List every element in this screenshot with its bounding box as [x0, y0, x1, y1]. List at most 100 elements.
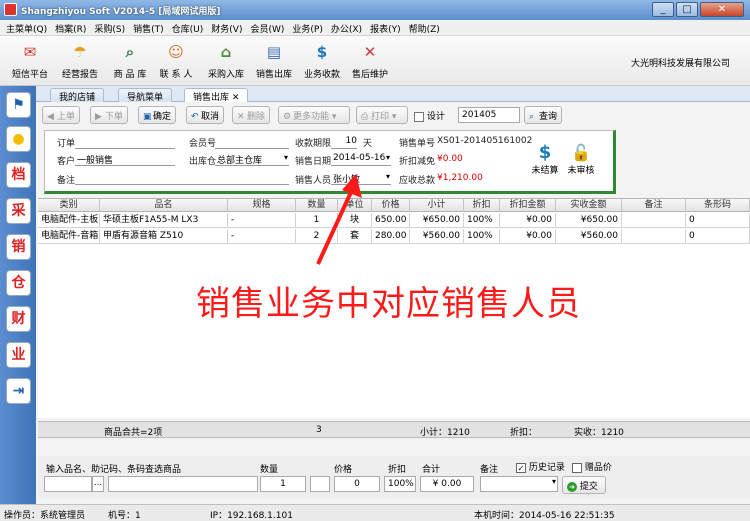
toolbar-label: 采购入库 [207, 70, 244, 80]
toolbar-purchase-in-button[interactable]: ⌂ 采购入库 [202, 36, 250, 84]
more-functions-button[interactable]: ⚙ 更多功能 ▾ [278, 106, 350, 124]
remark-label: 备注 [57, 176, 76, 186]
menu-reports[interactable]: 报表(Y) [366, 20, 405, 35]
close-button[interactable]: ✕ [700, 2, 744, 17]
maintenance-icon: ✕ [363, 43, 377, 61]
menu-sales[interactable]: 销售(T) [129, 20, 168, 35]
maximize-button[interactable]: □ [676, 2, 698, 17]
prev-order-button[interactable]: ◀ 上单 [42, 106, 81, 124]
table-row[interactable]: 电脑配件-音箱 甲盾有源音箱 Z510 - 2 套 280.00 ¥560.00… [38, 229, 750, 244]
remark-select[interactable] [480, 476, 558, 492]
column-header[interactable]: 条形码 [686, 199, 750, 212]
tab-my-store[interactable]: 我的店铺 [50, 88, 105, 103]
menu-business[interactable]: 业务(P) [288, 20, 326, 35]
menu-help[interactable]: 帮助(Z) [405, 20, 444, 35]
cancel-button[interactable]: ↶ 取消 [186, 106, 225, 124]
finance-icon[interactable]: 财 [6, 306, 31, 332]
history-checkbox[interactable]: ✓ 历史记录 [516, 460, 565, 473]
product-code-input[interactable] [44, 476, 92, 492]
exit-icon[interactable]: ⇥ [6, 378, 31, 404]
remark-field[interactable] [75, 172, 289, 185]
order-field[interactable] [75, 136, 175, 149]
member-field[interactable] [215, 136, 289, 149]
toolbar-label: 经营报告 [61, 70, 98, 80]
query-label: 查询 [539, 112, 558, 122]
sales-icon[interactable]: 销 [6, 234, 31, 260]
cell-discount-amount: ¥0.00 [500, 229, 556, 244]
customer-field[interactable]: 一般销售 [75, 153, 175, 166]
toolbar-sms-button[interactable]: ✉ 短信平台 [6, 36, 54, 84]
submit-button[interactable]: ➜ 提交 [562, 476, 606, 494]
price-input[interactable]: 0 [334, 476, 380, 492]
design-checkbox[interactable]: 设计 [414, 109, 445, 122]
archive-icon[interactable]: 档 [6, 162, 31, 188]
column-header[interactable]: 价格 [372, 199, 410, 212]
delete-label: 删除 [247, 112, 266, 122]
sales-date-picker[interactable]: 2014-05-16 [331, 153, 391, 166]
flag-icon[interactable]: ⚑ [6, 92, 31, 118]
total-input[interactable]: ¥ 0.00 [420, 476, 474, 492]
gift-price-checkbox[interactable]: 赠品价 [572, 460, 612, 473]
purchase-icon[interactable]: 采 [6, 198, 31, 224]
column-header[interactable]: 折扣 [464, 199, 500, 212]
member-label: 会员号 [189, 139, 217, 149]
business-icon[interactable]: 业 [6, 342, 31, 368]
search-input[interactable]: 201405 [458, 107, 520, 123]
column-header[interactable]: 类别 [38, 199, 100, 212]
menu-archive[interactable]: 档案(R) [51, 20, 90, 35]
column-header[interactable]: 备注 [622, 199, 686, 212]
tab-nav-menu[interactable]: 导航菜单 [118, 88, 173, 103]
lock-icon: 🔓 [571, 143, 591, 162]
cell-discount: 100% [464, 229, 500, 244]
product-name-input[interactable] [108, 476, 258, 492]
close-tab-icon[interactable]: ✕ [232, 93, 240, 103]
menu-finance[interactable]: 财务(V) [207, 20, 246, 35]
prev-label: 上单 [57, 112, 76, 122]
unaudited-button[interactable]: 🔓 未审核 [561, 143, 601, 176]
unit-input[interactable] [310, 476, 330, 492]
cell-barcode: 0 [686, 213, 750, 228]
menu-purchase[interactable]: 采购(S) [90, 20, 129, 35]
checkbox-box[interactable] [572, 462, 582, 473]
toolbar-maintenance-button[interactable]: ✕ 售后维护 [346, 36, 394, 84]
cell-actual: ¥650.00 [556, 213, 622, 228]
query-button[interactable]: ⌕ 查询 [524, 106, 563, 124]
next-order-button[interactable]: ▶ 下单 [90, 106, 129, 124]
warehouse-icon[interactable]: 仓 [6, 270, 31, 296]
qty-input[interactable]: 1 [260, 476, 306, 492]
checkmark-icon[interactable]: ✓ [516, 462, 526, 473]
toolbar-payment-button[interactable]: $ 业务收款 [298, 36, 346, 84]
column-header[interactable]: 实收金额 [556, 199, 622, 212]
confirm-button[interactable]: ▣确定 [138, 106, 177, 124]
menu-main[interactable]: 主菜单(Q) [2, 20, 51, 35]
unsettled-button[interactable]: $ 未结算 [525, 143, 565, 177]
sales-out-icon: ▤ [266, 43, 282, 61]
minimize-button[interactable]: _ [652, 2, 674, 17]
column-header[interactable]: 小计 [410, 199, 464, 212]
print-button[interactable]: ⎙ 打印 ▾ [356, 106, 408, 124]
discount-input[interactable]: 100% [384, 476, 416, 492]
column-header[interactable]: 品名 [100, 199, 228, 212]
cell-remark [622, 229, 686, 244]
column-header[interactable]: 折扣金额 [500, 199, 556, 212]
toolbar-product-button[interactable]: ⌕ 商 品 库 [106, 36, 154, 84]
toolbar-sales-out-button[interactable]: ▤ 销售出库 [250, 36, 298, 84]
table-row[interactable]: 电脑配件-主板 华硕主板F1A55-M LX3 - 1 块 650.00 ¥65… [38, 213, 750, 228]
delete-button[interactable]: ✕ 删除 [232, 106, 271, 124]
column-header[interactable]: 规格 [228, 199, 296, 212]
checkbox-box[interactable] [414, 111, 424, 122]
search-icon: ⌕ [529, 112, 535, 122]
payment-icon: $ [316, 43, 328, 61]
warehouse-select[interactable]: 总部主仓库 [215, 153, 289, 166]
menu-member[interactable]: 会员(W) [246, 20, 288, 35]
toolbar-report-button[interactable]: ☂ 经营报告 [56, 36, 104, 84]
tab-sales-out[interactable]: 销售出库 ✕ [184, 88, 249, 103]
menu-office[interactable]: 办公(X) [327, 20, 366, 35]
collect-days-field[interactable]: 10 [331, 136, 357, 149]
sms-icon: ✉ [23, 43, 37, 61]
menu-warehouse[interactable]: 仓库(U) [168, 20, 208, 35]
toolbar-contact-button[interactable]: ☺ 联 系 人 [152, 36, 200, 84]
bulb-icon[interactable]: ● [6, 126, 31, 152]
browse-button[interactable]: ... [92, 476, 104, 492]
next-label: 下单 [105, 112, 124, 122]
